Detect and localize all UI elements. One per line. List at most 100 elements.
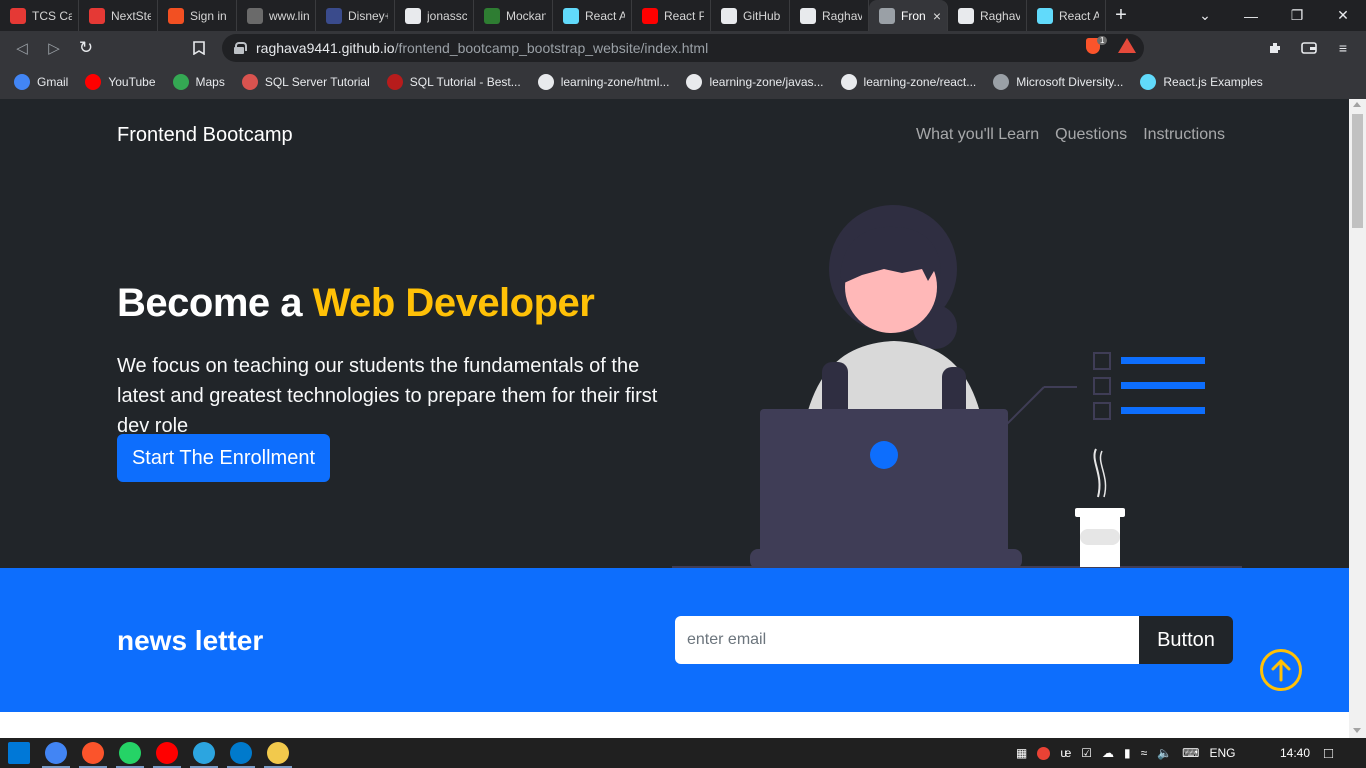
- windows-icon[interactable]: [8, 742, 30, 764]
- bookmark-label: YouTube: [108, 75, 156, 89]
- hero-lead: We focus on teaching our students the fu…: [117, 355, 658, 437]
- browser-tab[interactable]: Sign in t: [158, 0, 237, 31]
- onedrive-icon[interactable]: ☁: [1102, 746, 1114, 760]
- bluetooth-icon[interactable]: ᵫ: [1060, 746, 1071, 760]
- brave-rewards-icon[interactable]: [1118, 38, 1136, 53]
- nav-link-learn[interactable]: What you'll Learn: [916, 126, 1039, 144]
- tab-title: React A: [585, 8, 625, 23]
- bookmark-item[interactable]: SQL Server Tutorial: [241, 74, 370, 90]
- hero-illustration: [672, 205, 1242, 569]
- wallet-icon[interactable]: [1300, 39, 1318, 57]
- bookmark-label: learning-zone/react...: [863, 75, 977, 89]
- address-toolbar: ◁ ▷ ↻ raghava9441.github.io/frontend_boo…: [0, 31, 1366, 65]
- browser-tab[interactable]: www.lin: [237, 0, 316, 31]
- whatsapp-icon[interactable]: [119, 742, 141, 764]
- bookmark-item[interactable]: SQL Tutorial - Best...: [386, 74, 521, 90]
- disney-icon: [326, 7, 342, 24]
- tab-title: Raghav: [822, 8, 862, 23]
- browser-tab[interactable]: React Pr: [632, 0, 711, 31]
- scroll-down-arrow-icon[interactable]: [1353, 728, 1361, 733]
- tcs-icon: [10, 7, 26, 24]
- bookmarks-bar: Gmail YouTube Maps SQL Server Tutorial SQL T…: [0, 65, 1366, 99]
- bookmark-label: Microsoft Diversity...: [1016, 75, 1124, 89]
- bookmark-label: Gmail: [37, 75, 69, 89]
- close-tab-icon[interactable]: ×: [933, 8, 941, 24]
- brave-icon[interactable]: [82, 742, 104, 764]
- youtube-icon[interactable]: [156, 742, 178, 764]
- bookmark-item[interactable]: Gmail: [14, 74, 68, 90]
- scroll-up-arrow-icon[interactable]: [1353, 102, 1361, 107]
- clock[interactable]: 14:40: [1280, 738, 1310, 768]
- chrome-tray-icon[interactable]: [1037, 746, 1051, 760]
- notifications-icon[interactable]: □: [1324, 738, 1333, 768]
- browser-tab-bar: TCS Car NextSte Sign in t www.lin Disney+ jon…: [0, 0, 1366, 31]
- newsletter-submit-button[interactable]: Button: [1139, 616, 1233, 664]
- bookmark-item[interactable]: YouTube: [85, 74, 156, 90]
- bookmark-icon[interactable]: [187, 37, 211, 59]
- browser-tab[interactable]: Disney+: [316, 0, 395, 31]
- nav-link-instructions[interactable]: Instructions: [1143, 126, 1225, 144]
- navbar-links: What you'll Learn Questions Instructions: [916, 126, 1225, 144]
- back-icon[interactable]: ◁: [10, 37, 34, 59]
- tab-search-icon[interactable]: ⌄: [1182, 0, 1228, 31]
- maps-icon: [172, 74, 189, 90]
- nav-link-questions[interactable]: Questions: [1055, 126, 1127, 144]
- security-icon[interactable]: ☑: [1081, 746, 1092, 760]
- file-explorer-icon[interactable]: [267, 742, 289, 764]
- browser-tab[interactable]: React A: [553, 0, 632, 31]
- vscode-icon[interactable]: [230, 742, 252, 764]
- react-icon: [1140, 74, 1157, 90]
- bookmark-item[interactable]: React.js Examples: [1140, 74, 1263, 90]
- new-tab-button[interactable]: +: [1106, 4, 1136, 27]
- github-icon: [800, 7, 816, 24]
- forward-icon[interactable]: ▷: [42, 37, 66, 59]
- bookmark-item[interactable]: learning-zone/react...: [840, 74, 977, 90]
- browser-tab[interactable]: NextSte: [79, 0, 158, 31]
- react-icon: [563, 7, 579, 24]
- news-widget-icon[interactable]: ▦: [1016, 746, 1027, 760]
- keyboard-icon[interactable]: ⌨: [1182, 746, 1199, 760]
- tcs-icon: [89, 7, 105, 24]
- scroll-to-top-icon[interactable]: [1260, 649, 1302, 691]
- browser-tab[interactable]: Raghav: [948, 0, 1027, 31]
- menu-icon[interactable]: ≡: [1334, 39, 1352, 57]
- browser-tab[interactable]: Mockan: [474, 0, 553, 31]
- bookmark-item[interactable]: Microsoft Diversity...: [993, 74, 1123, 90]
- tab-title: TCS Car: [32, 8, 72, 23]
- globe-icon: [993, 74, 1010, 90]
- microsoft-icon: [168, 7, 184, 24]
- newsletter-section: news letter Button: [0, 568, 1349, 712]
- bookmark-label: SQL Server Tutorial: [264, 75, 370, 89]
- enroll-button[interactable]: Start The Enrollment: [117, 434, 330, 482]
- google-icon: [14, 74, 30, 90]
- extensions-icon[interactable]: [1266, 39, 1284, 57]
- browser-tab[interactable]: React A: [1027, 0, 1106, 31]
- minimize-icon[interactable]: —: [1228, 0, 1274, 31]
- language-indicator[interactable]: ENG: [1210, 746, 1236, 760]
- telegram-icon[interactable]: [193, 742, 215, 764]
- sql-icon: [386, 74, 403, 90]
- wifi-icon[interactable]: ≈: [1141, 746, 1148, 760]
- scrollbar-thumb[interactable]: [1352, 114, 1363, 228]
- battery-icon[interactable]: ▮: [1124, 746, 1131, 760]
- reload-icon[interactable]: ↻: [74, 37, 98, 59]
- navbar-brand[interactable]: Frontend Bootcamp: [117, 124, 293, 147]
- browser-tab[interactable]: Raghav: [790, 0, 869, 31]
- volume-icon[interactable]: 🔈: [1157, 746, 1172, 760]
- chrome-icon[interactable]: [45, 742, 67, 764]
- browser-tab[interactable]: GitHub: [711, 0, 790, 31]
- bookmark-item[interactable]: learning-zone/html...: [537, 74, 669, 90]
- bookmark-item[interactable]: learning-zone/javas...: [686, 74, 824, 90]
- url-field[interactable]: raghava9441.github.io/frontend_bootcamp_…: [222, 34, 1144, 62]
- restore-icon[interactable]: ❐: [1274, 0, 1320, 31]
- email-input[interactable]: [675, 616, 1139, 664]
- browser-tab[interactable]: TCS Car: [0, 0, 79, 31]
- globe-icon: [879, 7, 895, 24]
- close-window-icon[interactable]: ✕: [1320, 0, 1366, 31]
- tab-title: React Pr: [664, 8, 704, 23]
- tab-title: GitHub: [743, 8, 781, 23]
- bookmark-item[interactable]: Maps: [172, 74, 225, 90]
- page-scrollbar[interactable]: [1349, 99, 1366, 738]
- browser-tab[interactable]: jonassc: [395, 0, 474, 31]
- browser-tab[interactable]: Fron ×: [869, 0, 948, 31]
